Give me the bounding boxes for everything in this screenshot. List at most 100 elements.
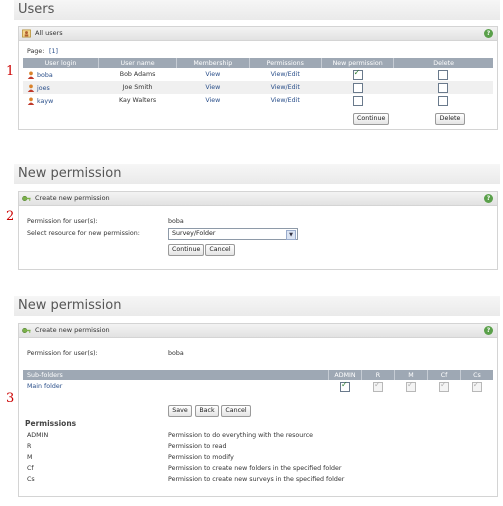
panel-title-bar: Create new permission ? <box>19 324 497 338</box>
column-header-cf: Cf <box>427 370 461 380</box>
checkmark-icon: ✓ <box>472 379 480 389</box>
legend-code: Cf <box>27 465 34 472</box>
delete-button[interactable]: Delete <box>435 113 465 125</box>
page-title: New permission <box>18 166 122 181</box>
users-table: User login User name Membership Permissi… <box>23 58 493 107</box>
back-button[interactable]: Back <box>195 405 219 417</box>
legend-code: ADMIN <box>27 432 49 439</box>
membership-view-link[interactable]: View <box>205 97 220 104</box>
column-header-permissions: Permissions <box>249 58 322 68</box>
permissions-legend-title: Permissions <box>25 419 77 428</box>
new-permission-checkbox[interactable] <box>352 95 363 106</box>
panel-title-bar: Create new permission ? <box>19 192 497 206</box>
membership-view-link[interactable]: View <box>205 84 220 91</box>
pager-label: Page: <box>27 48 45 55</box>
help-icon[interactable]: ? <box>484 29 493 38</box>
key-icon <box>22 327 31 334</box>
new-permission-checkbox[interactable]: ✓ <box>352 67 363 80</box>
users-icon <box>22 29 31 38</box>
page-title: Users <box>18 2 55 17</box>
permission-for-users-label: Permission for user(s): <box>27 350 98 357</box>
resource-select-value: Survey/Folder <box>172 230 216 237</box>
page-title: New permission <box>18 298 122 313</box>
checkmark-icon: ✓ <box>407 379 414 389</box>
checkmark-icon: ✓ <box>440 379 447 389</box>
continue-button[interactable]: Continue <box>168 244 204 256</box>
create-folder-checkbox[interactable]: ✓ <box>439 379 449 392</box>
checkmark-icon: ✓ <box>353 67 361 77</box>
table-row: joes Joe Smith View View/Edit <box>23 81 493 94</box>
cancel-button[interactable]: Cancel <box>221 405 251 417</box>
table-row: boba Bob Adams View View/Edit ✓ <box>23 68 493 81</box>
permissions-view-edit-link[interactable]: View/Edit <box>271 97 300 104</box>
cancel-button[interactable]: Cancel <box>205 244 235 256</box>
step-number: 3 <box>6 391 15 406</box>
continue-button[interactable]: Continue <box>353 113 389 125</box>
permission-for-users-label: Permission for user(s): <box>27 218 98 225</box>
resource-select[interactable]: Survey/Folder ▼ <box>168 228 298 240</box>
read-checkbox[interactable]: ✓ <box>373 380 383 392</box>
table-row: Main folder ✓ ✓ ✓ ✓ ✓ <box>23 380 493 393</box>
checkmark-icon: ✓ <box>341 379 348 389</box>
user-icon <box>27 84 35 92</box>
column-header-login[interactable]: User login <box>23 58 100 68</box>
delete-checkbox[interactable] <box>438 95 449 106</box>
modify-checkbox[interactable]: ✓ <box>406 379 416 392</box>
user-icon <box>27 97 35 105</box>
legend-description: Permission to create new surveys in the … <box>168 476 345 483</box>
key-icon <box>22 195 31 202</box>
column-header-r: R <box>361 370 395 380</box>
select-resource-label: Select resource for new permission: <box>27 230 140 237</box>
column-header-delete: Delete <box>393 58 493 68</box>
all-users-panel: All users ? Page: [1] User login User na… <box>18 26 498 130</box>
delete-checkbox[interactable] <box>438 82 449 93</box>
create-permission-panel: Create new permission ? Permission for u… <box>18 191 498 270</box>
column-header-subfolders: Sub-folders <box>23 370 329 380</box>
user-login-link[interactable]: joes <box>37 85 50 92</box>
legend-description: Permission to create new folders in the … <box>168 465 342 472</box>
legend-description: Permission to modify <box>168 454 234 461</box>
legend-description: Permission to do everything with the res… <box>168 432 314 439</box>
permission-for-users-value: boba <box>168 350 184 357</box>
column-header-new-permission: New permission <box>321 58 395 68</box>
table-header-row: Sub-folders ADMIN R M Cf Cs <box>23 370 493 380</box>
column-header-cs: Cs <box>460 370 493 380</box>
user-login-link[interactable]: kayw <box>37 98 53 105</box>
step-number: 2 <box>6 209 15 224</box>
column-header-membership: Membership <box>176 58 250 68</box>
user-icon <box>27 71 35 79</box>
delete-checkbox[interactable] <box>438 69 449 80</box>
folder-link[interactable]: Main folder <box>27 383 62 390</box>
legend-code: Cs <box>27 476 35 483</box>
panel-title: Create new permission <box>35 326 110 334</box>
permissions-view-edit-link[interactable]: View/Edit <box>271 84 300 91</box>
column-header-name[interactable]: User name <box>98 58 178 68</box>
users-page-header: Users <box>14 0 500 20</box>
new-permission-checkbox[interactable] <box>352 82 363 93</box>
help-icon[interactable]: ? <box>484 326 493 335</box>
user-login-link[interactable]: boba <box>37 72 53 79</box>
membership-view-link[interactable]: View <box>205 71 220 78</box>
help-icon[interactable]: ? <box>484 194 493 203</box>
panel-title: Create new permission <box>35 194 110 202</box>
user-name: Bob Adams <box>119 71 156 78</box>
permission-for-users-value: boba <box>168 218 184 225</box>
legend-code: R <box>27 443 32 450</box>
select-arrow-icon[interactable]: ▼ <box>286 230 296 240</box>
admin-checkbox[interactable]: ✓ <box>340 379 350 392</box>
panel-title: All users <box>35 29 63 37</box>
column-header-m: M <box>394 370 428 380</box>
new-permission-page-header-2: New permission <box>14 296 500 316</box>
pager-current-page[interactable]: [1] <box>49 48 58 55</box>
subfolders-table: Sub-folders ADMIN R M Cf Cs Main folder … <box>23 370 493 393</box>
panel-title-bar: All users ? <box>19 27 497 41</box>
table-row: kayw Kay Walters View View/Edit <box>23 94 493 107</box>
legend-description: Permission to read <box>168 443 227 450</box>
user-name: Kay Walters <box>118 97 157 104</box>
save-button[interactable]: Save <box>168 405 192 417</box>
legend-code: M <box>27 454 33 461</box>
column-header-admin: ADMIN <box>328 370 362 380</box>
permissions-view-edit-link[interactable]: View/Edit <box>271 71 300 78</box>
new-permission-page-header: New permission <box>14 164 500 184</box>
create-survey-checkbox[interactable]: ✓ <box>471 379 482 392</box>
